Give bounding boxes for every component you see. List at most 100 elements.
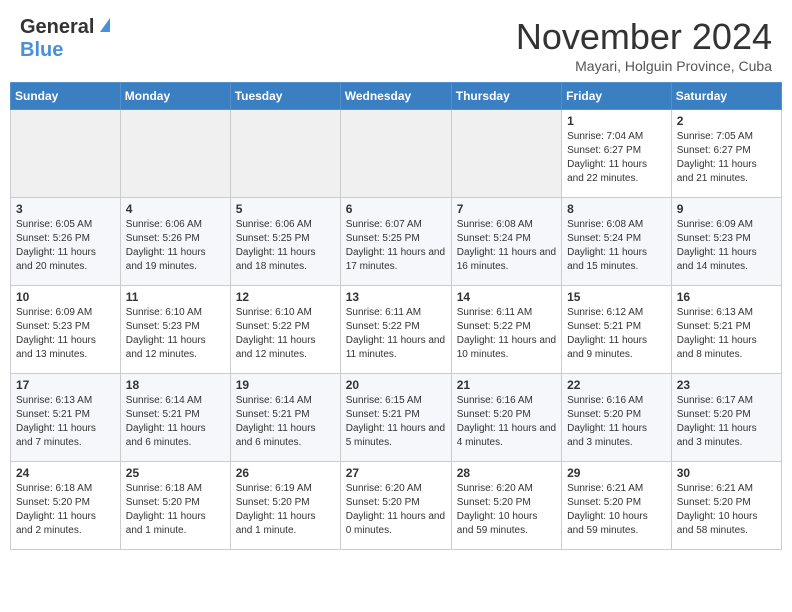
table-row: 20 Sunrise: 6:15 AM Sunset: 5:21 PM Dayli… [340,374,451,462]
title-area: November 2024 Mayari, Holguin Province, … [516,16,772,74]
day-number: 11 [126,290,225,304]
table-row: 13 Sunrise: 6:11 AM Sunset: 5:22 PM Dayli… [340,286,451,374]
day-number: 19 [236,378,335,392]
day-number: 22 [567,378,666,392]
table-row [120,110,230,198]
day-number: 8 [567,202,666,216]
header-friday: Friday [562,83,672,110]
table-row: 26 Sunrise: 6:19 AM Sunset: 5:20 PM Dayli… [230,462,340,550]
day-number: 16 [677,290,776,304]
table-row: 21 Sunrise: 6:16 AM Sunset: 5:20 PM Dayli… [451,374,561,462]
day-info: Sunrise: 6:11 AM Sunset: 5:22 PM Dayligh… [457,306,556,362]
table-row [340,110,451,198]
table-row: 18 Sunrise: 6:14 AM Sunset: 5:21 PM Dayli… [120,374,230,462]
day-info: Sunrise: 6:21 AM Sunset: 5:20 PM Dayligh… [677,482,776,538]
day-number: 3 [16,202,115,216]
day-number: 17 [16,378,115,392]
table-row: 5 Sunrise: 6:06 AM Sunset: 5:25 PM Daylig… [230,198,340,286]
day-info: Sunrise: 7:04 AM Sunset: 6:27 PM Dayligh… [567,130,666,186]
day-info: Sunrise: 6:18 AM Sunset: 5:20 PM Dayligh… [16,482,115,538]
day-number: 12 [236,290,335,304]
day-number: 29 [567,466,666,480]
day-info: Sunrise: 7:05 AM Sunset: 6:27 PM Dayligh… [677,130,776,186]
calendar-wrapper: Sunday Monday Tuesday Wednesday Thursday… [0,82,792,560]
day-number: 1 [567,114,666,128]
day-info: Sunrise: 6:09 AM Sunset: 5:23 PM Dayligh… [677,218,776,274]
day-info: Sunrise: 6:17 AM Sunset: 5:20 PM Dayligh… [677,394,776,450]
table-row: 11 Sunrise: 6:10 AM Sunset: 5:23 PM Dayli… [120,286,230,374]
day-number: 21 [457,378,556,392]
calendar-week-row: 24Sunrise: 6:18 AM Sunset: 5:20 PM Dayli… [11,462,782,550]
day-info: Sunrise: 6:12 AM Sunset: 5:21 PM Dayligh… [567,306,666,362]
calendar-week-row: 10 Sunrise: 6:09 AM Sunset: 5:23 PM Dayli… [11,286,782,374]
day-number: 13 [346,290,446,304]
day-info: Sunrise: 6:19 AM Sunset: 5:20 PM Dayligh… [236,482,335,538]
day-info: Sunrise: 6:18 AM Sunset: 5:20 PM Dayligh… [126,482,225,538]
table-row: 27Sunrise: 6:20 AM Sunset: 5:20 PM Dayli… [340,462,451,550]
day-info: Sunrise: 6:16 AM Sunset: 5:20 PM Dayligh… [457,394,556,450]
day-number: 23 [677,378,776,392]
day-number: 6 [346,202,446,216]
day-info: Sunrise: 6:10 AM Sunset: 5:22 PM Dayligh… [236,306,335,362]
logo: General Blue [20,16,114,62]
day-number: 4 [126,202,225,216]
calendar-week-row: 3Sunrise: 6:05 AM Sunset: 5:26 PM Daylig… [11,198,782,286]
day-info: Sunrise: 6:21 AM Sunset: 5:20 PM Dayligh… [567,482,666,538]
month-title: November 2024 [516,16,772,58]
day-number: 26 [236,466,335,480]
header-wednesday: Wednesday [340,83,451,110]
table-row: 19Sunrise: 6:14 AM Sunset: 5:21 PM Dayli… [230,374,340,462]
table-row: 30 Sunrise: 6:21 AM Sunset: 5:20 PM Dayli… [671,462,781,550]
logo-blue-text: Blue [20,39,63,61]
page-header: General Blue November 2024 Mayari, Holgu… [0,0,792,82]
calendar-week-row: 1 Sunrise: 7:04 AM Sunset: 6:27 PM Daylig… [11,110,782,198]
table-row: 15 Sunrise: 6:12 AM Sunset: 5:21 PM Dayli… [562,286,672,374]
table-row: 25 Sunrise: 6:18 AM Sunset: 5:20 PM Dayli… [120,462,230,550]
header-tuesday: Tuesday [230,83,340,110]
table-row: 2Sunrise: 7:05 AM Sunset: 6:27 PM Daylig… [671,110,781,198]
day-info: Sunrise: 6:13 AM Sunset: 5:21 PM Dayligh… [16,394,115,450]
table-row: 9 Sunrise: 6:09 AM Sunset: 5:23 PM Daylig… [671,198,781,286]
table-row: 29 Sunrise: 6:21 AM Sunset: 5:20 PM Dayli… [562,462,672,550]
table-row: 14Sunrise: 6:11 AM Sunset: 5:22 PM Dayli… [451,286,561,374]
table-row: 10 Sunrise: 6:09 AM Sunset: 5:23 PM Dayli… [11,286,121,374]
day-number: 30 [677,466,776,480]
table-row [230,110,340,198]
header-thursday: Thursday [451,83,561,110]
table-row: 1 Sunrise: 7:04 AM Sunset: 6:27 PM Daylig… [562,110,672,198]
table-row: 28 Sunrise: 6:20 AM Sunset: 5:20 PM Dayli… [451,462,561,550]
logo-triangle-icon [96,16,114,34]
header-monday: Monday [120,83,230,110]
table-row: 23 Sunrise: 6:17 AM Sunset: 5:20 PM Dayli… [671,374,781,462]
day-number: 25 [126,466,225,480]
day-number: 15 [567,290,666,304]
table-row: 8 Sunrise: 6:08 AM Sunset: 5:24 PM Daylig… [562,198,672,286]
day-number: 7 [457,202,556,216]
day-info: Sunrise: 6:06 AM Sunset: 5:25 PM Dayligh… [236,218,335,274]
day-number: 18 [126,378,225,392]
day-info: Sunrise: 6:13 AM Sunset: 5:21 PM Dayligh… [677,306,776,362]
header-sunday: Sunday [11,83,121,110]
day-number: 5 [236,202,335,216]
table-row: 4 Sunrise: 6:06 AM Sunset: 5:26 PM Daylig… [120,198,230,286]
day-info: Sunrise: 6:11 AM Sunset: 5:22 PM Dayligh… [346,306,446,362]
calendar-header-row: Sunday Monday Tuesday Wednesday Thursday… [11,83,782,110]
table-row: 16 Sunrise: 6:13 AM Sunset: 5:21 PM Dayli… [671,286,781,374]
day-info: Sunrise: 6:20 AM Sunset: 5:20 PM Dayligh… [457,482,556,538]
day-number: 10 [16,290,115,304]
day-info: Sunrise: 6:10 AM Sunset: 5:23 PM Dayligh… [126,306,225,362]
day-number: 9 [677,202,776,216]
day-info: Sunrise: 6:14 AM Sunset: 5:21 PM Dayligh… [126,394,225,450]
table-row: 24Sunrise: 6:18 AM Sunset: 5:20 PM Dayli… [11,462,121,550]
day-info: Sunrise: 6:08 AM Sunset: 5:24 PM Dayligh… [567,218,666,274]
day-info: Sunrise: 6:20 AM Sunset: 5:20 PM Dayligh… [346,482,446,538]
location-subtitle: Mayari, Holguin Province, Cuba [516,58,772,74]
day-info: Sunrise: 6:06 AM Sunset: 5:26 PM Dayligh… [126,218,225,274]
day-info: Sunrise: 6:09 AM Sunset: 5:23 PM Dayligh… [16,306,115,362]
day-info: Sunrise: 6:15 AM Sunset: 5:21 PM Dayligh… [346,394,446,450]
table-row [451,110,561,198]
day-number: 20 [346,378,446,392]
day-number: 28 [457,466,556,480]
header-saturday: Saturday [671,83,781,110]
table-row: 7Sunrise: 6:08 AM Sunset: 5:24 PM Daylig… [451,198,561,286]
